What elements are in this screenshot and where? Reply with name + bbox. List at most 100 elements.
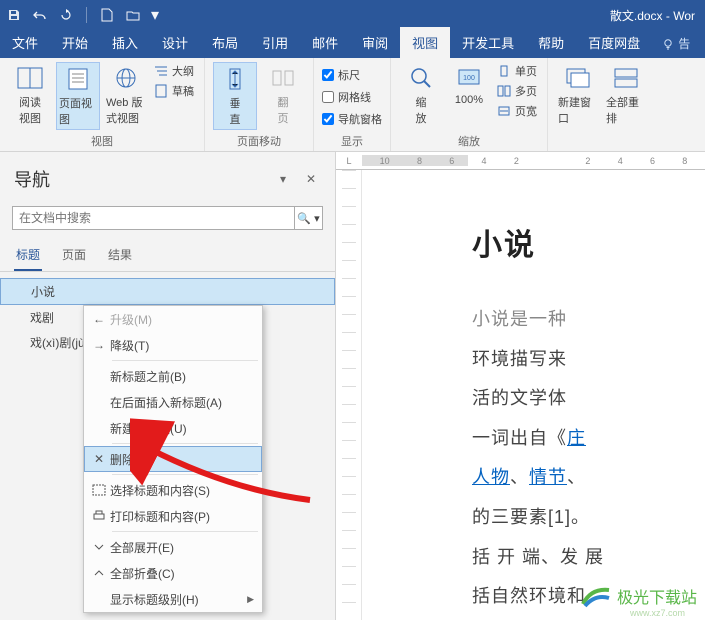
menu-select-content[interactable]: 选择标题和内容(S) (84, 477, 262, 503)
nav-item[interactable]: 小说 (0, 278, 335, 305)
tab-references[interactable]: 引用 (250, 27, 300, 58)
search-button[interactable]: 🔍 ▾ (294, 207, 322, 229)
paragraph-text[interactable]: 人物、情节、 (472, 458, 705, 498)
paragraph-text[interactable]: 的三要素[1]。 (472, 498, 705, 538)
separator (112, 474, 258, 475)
quick-access-toolbar: ▾ (6, 7, 159, 23)
paragraph-text[interactable]: 一词出自《庄 (472, 419, 705, 459)
menu-promote: ←升级(M) (84, 306, 262, 332)
tab-baidu[interactable]: 百度网盘 (576, 27, 652, 58)
web-layout-button[interactable]: Web 版式视图 (104, 62, 148, 128)
title-bar: ▾ 散文.docx - Wor (0, 0, 705, 30)
multi-page-button[interactable]: 多页 (495, 82, 539, 100)
paragraph-text[interactable]: 环境描写来 (472, 340, 705, 380)
group-window: 新建窗口 全部重排 (548, 58, 656, 151)
vertical-button[interactable]: 垂 直 (213, 62, 257, 130)
menu-demote[interactable]: →降级(T) (84, 332, 262, 358)
group-label-views: 视图 (8, 133, 196, 149)
nav-tab-pages[interactable]: 页面 (60, 240, 88, 271)
navigation-pane-checkbox[interactable]: 导航窗格 (322, 110, 382, 128)
print-layout-button[interactable]: 页面视图 (56, 62, 100, 130)
menu-print-content[interactable]: 打印标题和内容(P) (84, 503, 262, 529)
tab-developer[interactable]: 开发工具 (450, 27, 526, 58)
arrow-right-icon: → (88, 338, 110, 352)
menu-expand-all[interactable]: 全部展开(E) (84, 534, 262, 560)
tab-insert[interactable]: 插入 (100, 27, 150, 58)
horizontal-ruler[interactable]: 10 8 6 4 2 2 4 6 8 (362, 152, 705, 170)
vertical-icon (221, 65, 249, 93)
outline-icon (154, 65, 168, 77)
page: 小说 小说是一种 环境描写来 活的文学体 一词出自《庄 人物、情节、 的三要素[… (468, 170, 705, 617)
menu-show-levels[interactable]: 显示标题级别(H)▶ (84, 586, 262, 612)
one-page-button[interactable]: 单页 (495, 62, 539, 80)
arrange-all-button[interactable]: 全部重排 (604, 62, 648, 128)
draft-icon (154, 84, 168, 98)
hyperlink[interactable]: 情节 (529, 467, 567, 487)
read-mode-button[interactable]: 阅读 视图 (8, 62, 52, 128)
redo-icon[interactable] (58, 7, 74, 23)
new-doc-icon[interactable] (99, 7, 115, 23)
watermark-url: www.xz7.com (630, 608, 685, 618)
nav-tab-results[interactable]: 结果 (106, 240, 134, 271)
menu-collapse-all[interactable]: 全部折叠(C) (84, 560, 262, 586)
one-page-icon (497, 65, 511, 77)
new-window-button[interactable]: 新建窗口 (556, 62, 600, 128)
document-area[interactable]: 小说 小说是一种 环境描写来 活的文学体 一词出自《庄 人物、情节、 的三要素[… (362, 170, 705, 620)
group-views: 阅读 视图 页面视图 Web 版式视图 大纲 草稿 视图 (0, 58, 205, 151)
tab-mailings[interactable]: 邮件 (300, 27, 350, 58)
hyperlink[interactable]: 庄 (567, 428, 586, 448)
paragraph-text[interactable]: 括 开 端、发 展 (472, 538, 705, 578)
save-icon[interactable] (6, 7, 22, 23)
tab-home[interactable]: 开始 (50, 27, 100, 58)
context-menu: ←升级(M) →降级(T) 新标题之前(B) 在后面插入新标题(A) 新建副标题… (83, 305, 263, 613)
logo-icon (581, 584, 611, 608)
ruler-checkbox[interactable]: 标尺 (322, 66, 382, 84)
nav-tabs: 标题 页面 结果 (0, 240, 335, 272)
zoom-button[interactable]: 缩 放 (399, 62, 443, 128)
ribbon-tabs: 文件 开始 插入 设计 布局 引用 邮件 审阅 视图 开发工具 帮助 百度网盘 … (0, 30, 705, 58)
hundred-icon: 100 (455, 64, 483, 92)
page-width-button[interactable]: 页宽 (495, 102, 539, 120)
close-icon[interactable]: ✕ (301, 169, 321, 189)
tab-view[interactable]: 视图 (400, 27, 450, 58)
gridlines-checkbox[interactable]: 网格线 (322, 88, 382, 106)
ribbon: 阅读 视图 页面视图 Web 版式视图 大纲 草稿 视图 垂 直 翻 页 页面移… (0, 58, 705, 152)
hyperlink[interactable]: 人物 (472, 467, 510, 487)
outline-button[interactable]: 大纲 (152, 62, 196, 80)
vertical-ruler[interactable] (336, 170, 362, 620)
search-input[interactable] (13, 207, 294, 229)
svg-text:100: 100 (463, 75, 475, 82)
open-icon[interactable] (125, 7, 141, 23)
tab-review[interactable]: 审阅 (350, 27, 400, 58)
menu-new-sub[interactable]: 新建副标题(U) (84, 415, 262, 441)
separator (112, 443, 258, 444)
chevron-down-icon[interactable]: ▾ (273, 169, 293, 189)
nav-tab-headings[interactable]: 标题 (14, 240, 42, 271)
tell-me[interactable]: 告 (652, 29, 700, 58)
delete-icon: ✕ (88, 452, 110, 466)
tab-help[interactable]: 帮助 (526, 27, 576, 58)
group-zoom: 缩 放 100100% 单页 多页 页宽 缩放 (391, 58, 548, 151)
paragraph-text[interactable]: 活的文学体 (472, 379, 705, 419)
tab-file[interactable]: 文件 (0, 27, 50, 58)
web-layout-icon (112, 64, 140, 92)
tab-layout[interactable]: 布局 (200, 27, 250, 58)
dropdown-icon[interactable]: ▾ (151, 7, 159, 23)
undo-icon[interactable] (32, 7, 48, 23)
paragraph-text[interactable]: 小说是一种 (472, 300, 705, 340)
side-to-side-button[interactable]: 翻 页 (261, 62, 305, 128)
menu-insert-after[interactable]: 在后面插入新标题(A) (84, 389, 262, 415)
draft-button[interactable]: 草稿 (152, 82, 196, 100)
group-page-movement: 垂 直 翻 页 页面移动 (205, 58, 314, 151)
tab-design[interactable]: 设计 (150, 27, 200, 58)
document-container: L 10 8 6 4 2 2 4 6 8 (336, 152, 705, 620)
menu-new-before[interactable]: 新标题之前(B) (84, 363, 262, 389)
page-width-icon (497, 105, 511, 117)
bulb-icon (662, 38, 674, 50)
new-window-icon (564, 64, 592, 92)
hundred-percent-button[interactable]: 100100% (447, 62, 491, 108)
heading-1[interactable]: 小说 (472, 220, 705, 264)
select-icon (88, 484, 110, 496)
read-mode-icon (16, 64, 44, 92)
menu-delete[interactable]: ✕删除(D) (84, 446, 262, 472)
